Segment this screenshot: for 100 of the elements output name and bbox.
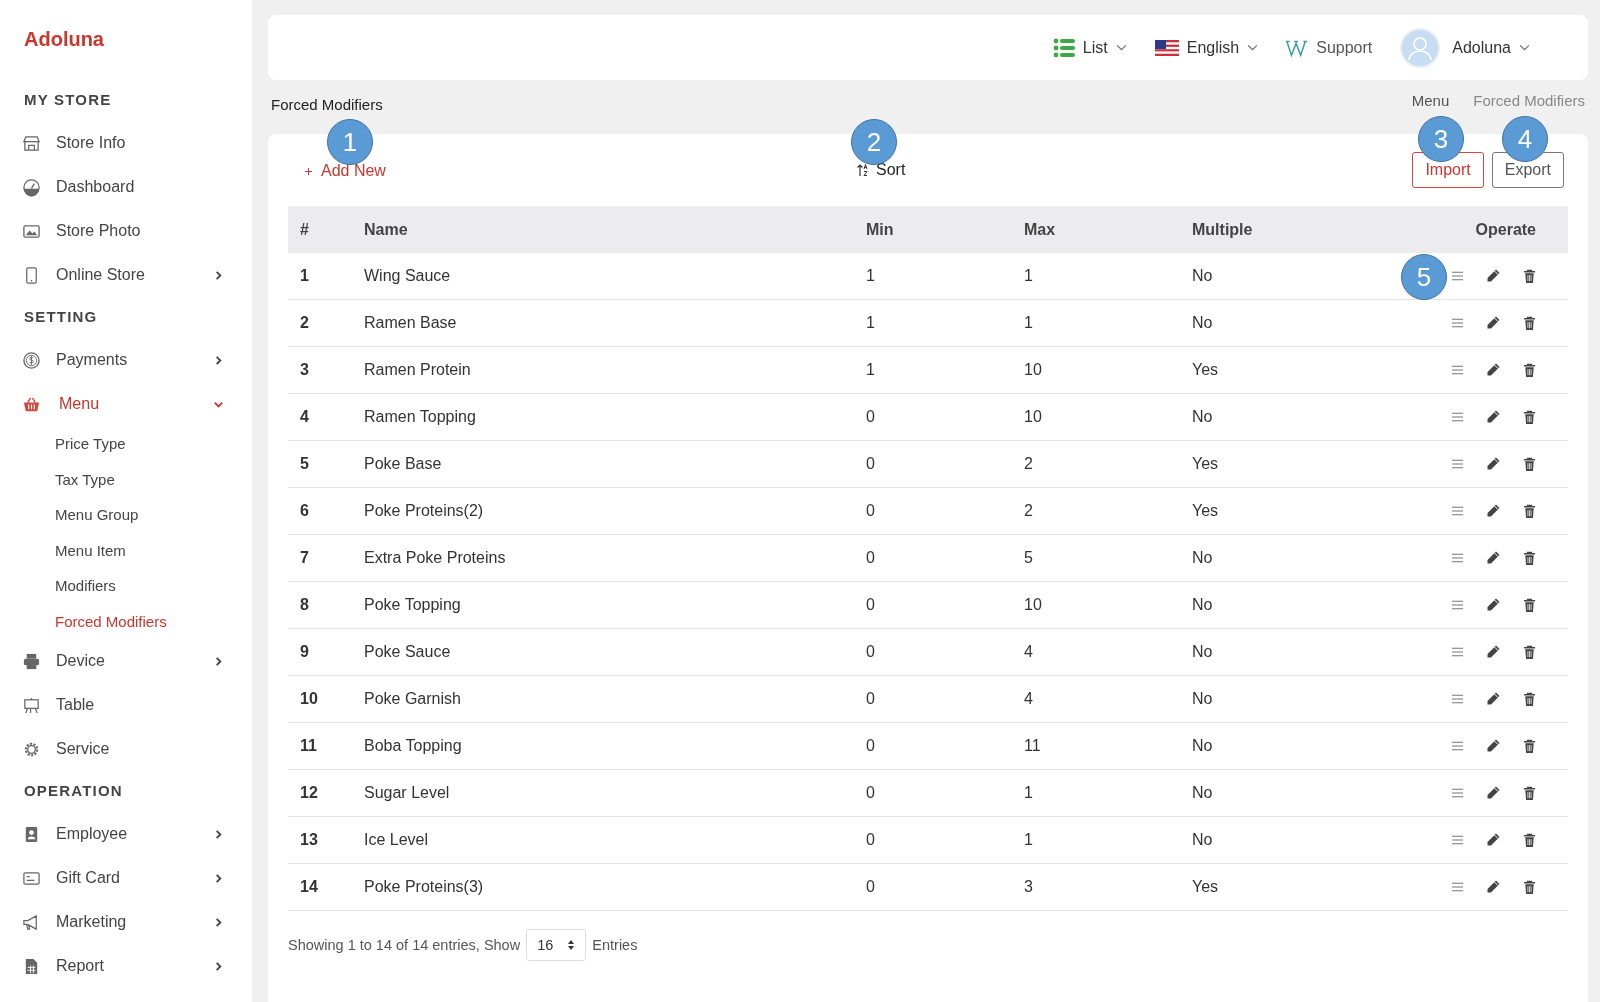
table-cell-text: 11 xyxy=(1023,737,1042,755)
table-cell-text: 10 xyxy=(1023,361,1043,379)
table-cell-text: 0 xyxy=(865,596,876,614)
caret-icon xyxy=(1247,44,1259,51)
sidebar-item[interactable]: Gift Card xyxy=(0,856,252,900)
table-cell-text: No xyxy=(1191,784,1214,802)
sidebar-item[interactable]: Service xyxy=(0,727,252,771)
sidebar-item[interactable]: Store Photo xyxy=(0,209,252,253)
sidebar-item[interactable]: Device xyxy=(0,639,252,683)
chevron-right-icon xyxy=(213,354,224,366)
language-dropdown[interactable]: English xyxy=(1154,38,1259,57)
table-cell-text: 5 xyxy=(299,455,310,473)
sidebar-item[interactable]: Online Store xyxy=(0,253,252,297)
dollar-icon xyxy=(22,350,41,370)
import-button[interactable]: Import xyxy=(1412,152,1484,188)
table-cell-text: 1 xyxy=(865,361,876,379)
column-header: # xyxy=(299,220,310,239)
table-cell-text: 0 xyxy=(865,643,876,661)
support-link[interactable]: Support xyxy=(1286,37,1373,58)
table-cell-text: Boba Topping xyxy=(363,737,463,755)
table-cell-text: 1 xyxy=(1023,314,1034,332)
table-cell-text: 0 xyxy=(865,878,876,896)
table-cell-text: 11 xyxy=(299,737,318,755)
page-size-select[interactable]: 16 xyxy=(526,929,587,961)
caret-icon xyxy=(1115,44,1127,51)
table-cell-text: 0 xyxy=(865,784,876,802)
table-cell-text: 9 xyxy=(299,643,310,661)
table-cell-text: 0 xyxy=(865,408,876,426)
table-cell-text: 0 xyxy=(865,737,876,755)
table-cell-text: 1 xyxy=(865,267,876,285)
submenu-item[interactable]: Menu Group xyxy=(0,497,252,533)
chevron-right-icon xyxy=(213,269,224,281)
sidebar-item[interactable]: Dashboard xyxy=(0,165,252,209)
table-cell-text: 10 xyxy=(299,690,319,708)
table-cell-text: 6 xyxy=(299,502,310,520)
table-cell-text: Poke Proteins(3) xyxy=(363,878,485,896)
avatar-icon xyxy=(1400,27,1441,68)
sidebar-item[interactable]: Payments xyxy=(0,338,252,382)
sidebar-item[interactable]: Employee xyxy=(0,812,252,856)
chevron-right-icon xyxy=(213,872,224,884)
table-cell-text: No xyxy=(1191,690,1214,708)
submenu-item[interactable]: Modifiers xyxy=(0,568,252,604)
column-header: Multiple xyxy=(1191,220,1254,239)
table-cell-text: Poke Garnish xyxy=(363,690,462,708)
table-cell-text: Yes xyxy=(1191,502,1220,520)
section-heading: MY STORE xyxy=(24,90,113,110)
submenu-item[interactable]: Forced Modifiers xyxy=(0,603,252,639)
spinner-arrows-icon xyxy=(567,939,576,951)
caret-icon xyxy=(1519,44,1530,51)
sidebar-item[interactable]: Menu xyxy=(0,382,252,426)
table-cell-text: 0 xyxy=(865,455,876,473)
table-cell-text: Sugar Level xyxy=(363,784,451,802)
table-cell-text: 2 xyxy=(299,314,310,332)
table-cell-text: 0 xyxy=(865,549,876,567)
table-cell-text: No xyxy=(1191,314,1214,332)
printer-icon xyxy=(22,651,41,671)
table-cell-text: 8 xyxy=(299,596,310,614)
table-cell-text: Ramen Topping xyxy=(363,408,477,426)
chevron-right-icon xyxy=(213,655,224,667)
table-cell-text: Poke Proteins(2) xyxy=(363,502,485,520)
submenu-item[interactable]: Menu Item xyxy=(0,532,252,568)
table-cell-text: No xyxy=(1191,549,1214,567)
callout-badge: 1 xyxy=(327,119,373,165)
callout-badge: 3 xyxy=(1418,116,1464,162)
add-new-button[interactable]: Add New xyxy=(304,162,386,180)
table-cell-text: 4 xyxy=(1023,643,1034,661)
table-cell-text: 12 xyxy=(299,784,319,802)
breadcrumb-item[interactable]: Menu xyxy=(1411,91,1450,109)
table-cell-text: 1 xyxy=(1023,267,1034,285)
table-cell-text: Extra Poke Proteins xyxy=(363,549,507,567)
table-cell-text: 1 xyxy=(299,267,310,285)
column-header: Max xyxy=(1023,220,1057,239)
view-dropdown[interactable]: List xyxy=(1052,37,1127,58)
gauge-icon xyxy=(22,177,41,197)
sidebar-item[interactable]: Store Info xyxy=(0,121,252,165)
user-menu[interactable]: Adoluna xyxy=(1400,27,1530,68)
table-cell-text: Poke Topping xyxy=(363,596,462,614)
entries-label: Entries xyxy=(592,937,638,953)
submenu-item[interactable]: Price Type xyxy=(0,426,252,462)
submenu-item[interactable]: Tax Type xyxy=(0,461,252,497)
brand-logo[interactable]: Adoluna xyxy=(24,28,104,51)
column-header: Min xyxy=(865,220,895,239)
export-button[interactable]: Export xyxy=(1491,152,1564,188)
table-cell-text: Ramen Protein xyxy=(363,361,472,379)
table-cell-text: 3 xyxy=(1023,878,1034,896)
table-cell-text: No xyxy=(1191,267,1214,285)
table-cell-text: No xyxy=(1191,408,1214,426)
table-cell-text: 7 xyxy=(299,549,310,567)
easel-icon xyxy=(22,695,41,715)
table-cell-text: No xyxy=(1191,596,1214,614)
table-cell-text: Wing Sauce xyxy=(363,267,452,285)
table-cell-text: 10 xyxy=(1023,408,1043,426)
chevron-right-icon xyxy=(213,828,224,840)
table-cell-text: 14 xyxy=(299,878,319,896)
sidebar-item[interactable]: Report xyxy=(0,944,252,988)
sidebar-item[interactable]: Table xyxy=(0,683,252,727)
callout-badge: 4 xyxy=(1502,116,1548,162)
table-cell-text: Poke Base xyxy=(363,455,443,473)
sidebar-item[interactable]: Marketing xyxy=(0,900,252,944)
plus-icon xyxy=(304,166,313,176)
